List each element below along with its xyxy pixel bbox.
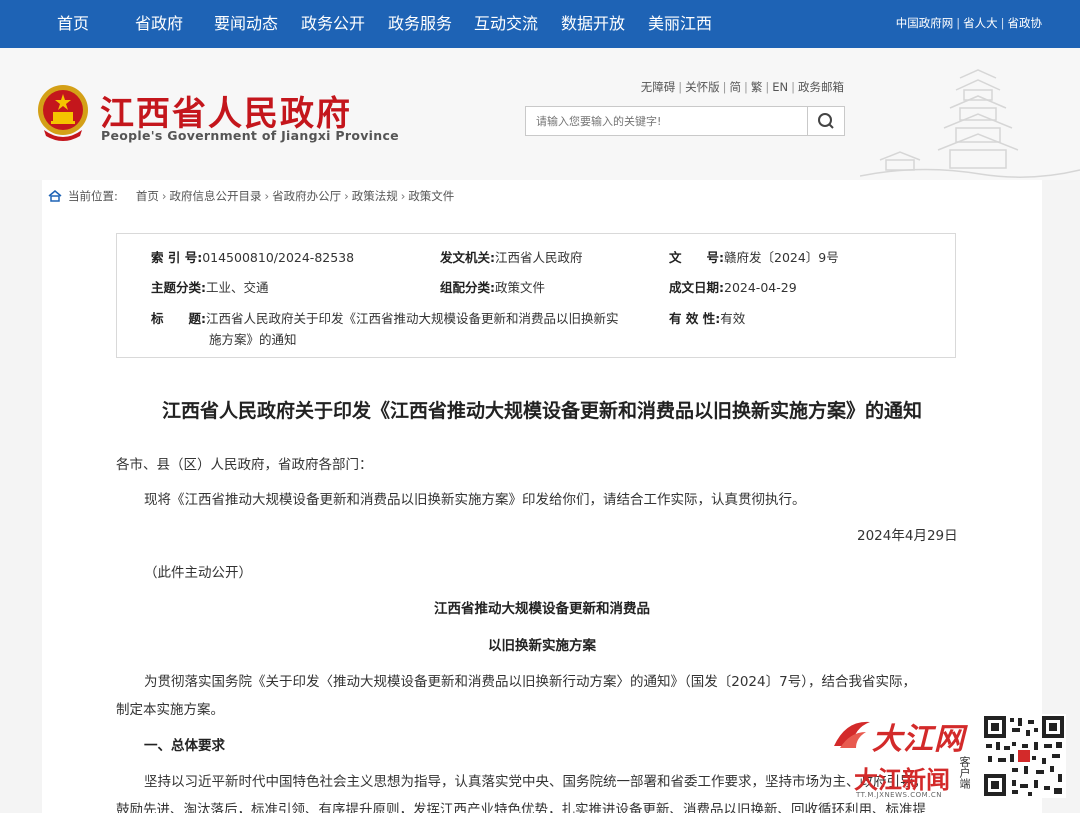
search-input[interactable] xyxy=(526,107,809,135)
link-accessibility[interactable]: 无障碍 xyxy=(641,80,676,94)
paragraph-3-line1: 坚持以习近平新时代中国特色社会主义思想为指导，认真落实党中央、国务院统一部署和省… xyxy=(144,774,927,790)
national-emblem-icon xyxy=(38,85,88,141)
document-title: 江西省人民政府关于印发《江西省推动大规模设备更新和消费品以旧换新实施方案》的通知 xyxy=(161,400,922,422)
breadcrumb-policy-documents[interactable]: 政策文件 xyxy=(408,189,454,203)
site-subtitle: People's Government of Jiangxi Province xyxy=(101,128,399,143)
plan-title-line2: 以旧换新实施方案 xyxy=(488,638,596,654)
jxnews-watermark: 大江网 大江新闻 客户端 TT.M.JXNEWS.COM.CN xyxy=(828,708,1080,813)
link-care-mode[interactable]: 关怀版 xyxy=(685,80,720,94)
watermark-client: 客户端 xyxy=(958,756,971,789)
breadcrumb-info-catalog[interactable]: 政府信息公开目录 xyxy=(169,189,261,203)
search-button[interactable] xyxy=(807,107,844,135)
pagoda-illustration-icon xyxy=(860,69,1080,178)
watermark-news: 大江新闻 xyxy=(854,766,950,794)
paragraph-2-line2: 制定本实施方案。 xyxy=(116,702,224,718)
breadcrumb-policies[interactable]: 政策法规 xyxy=(352,189,398,203)
top-navigation-bar: 首页 省政府 要闻动态 政务公开 政务服务 互动交流 数据开放 美丽江西 中国政… xyxy=(0,0,1080,48)
breadcrumb: 当前位置: 首页 › 政府信息公开目录 › 省政府办公厅 › 政策法规 › 政策文件 xyxy=(48,188,454,204)
issue-date: 2024年4月29日 xyxy=(857,528,958,544)
search-icon xyxy=(818,113,834,129)
meta-index: 索 引 号:014500810/2024-82538 xyxy=(151,250,355,265)
nav-item-open-data[interactable]: 数据开放 xyxy=(561,0,625,48)
nav-item-beautiful-jiangxi[interactable]: 美丽江西 xyxy=(648,0,712,48)
utility-links: 无障碍 | 关怀版 | 简 | 繁 | EN | 政务邮箱 xyxy=(640,80,844,94)
meta-title: 标 题:江西省人民政府关于印发《江西省推动大规模设备更新和消费品以旧换新实 xyxy=(151,311,619,326)
nav-item-interaction[interactable]: 互动交流 xyxy=(474,0,538,48)
home-icon xyxy=(48,190,62,202)
meta-topic: 主题分类:工业、交通 xyxy=(151,280,269,295)
link-provincial-congress[interactable]: 省人大 xyxy=(963,16,998,30)
external-links: 中国政府网 | 省人大 | 省政协 xyxy=(895,16,1043,30)
paragraph-1: 现将《江西省推动大规模设备更新和消费品以旧换新实施方案》印发给你们，请结合工作实… xyxy=(144,492,806,508)
paragraph-2-line1: 为贯彻落实国务院《关于印发〈推动大规模设备更新和消费品以旧换新行动方案〉的通知》… xyxy=(144,674,916,690)
watermark-brand: 大江网 xyxy=(872,722,965,757)
document-metadata-table: 索 引 号:014500810/2024-82538 发文机关:江西省人民政府 … xyxy=(116,233,956,358)
section-heading-1: 一、总体要求 xyxy=(144,738,225,754)
plan-title-line1: 江西省推动大规模设备更新和消费品 xyxy=(434,601,650,617)
meta-issuer: 发文机关:江西省人民政府 xyxy=(440,250,583,265)
link-simplified[interactable]: 简 xyxy=(730,80,742,94)
watermark-url: TT.M.JXNEWS.COM.CN xyxy=(856,791,942,799)
nav-item-government-affairs[interactable]: 政务公开 xyxy=(301,0,365,48)
breadcrumb-label: 当前位置: xyxy=(68,189,118,203)
qr-code-icon xyxy=(982,714,1066,798)
breadcrumb-home[interactable]: 首页 xyxy=(136,189,159,203)
meta-validity: 有 效 性:有效 xyxy=(669,311,746,326)
link-provincial-cppcc[interactable]: 省政协 xyxy=(1008,16,1043,30)
link-gov-mail[interactable]: 政务邮箱 xyxy=(798,80,844,94)
public-note: （此件主动公开） xyxy=(144,565,252,581)
meta-group: 组配分类:政策文件 xyxy=(440,280,546,295)
nav-item-home[interactable]: 首页 xyxy=(57,0,89,48)
search-box xyxy=(525,106,845,136)
nav-item-news[interactable]: 要闻动态 xyxy=(214,0,278,48)
link-english[interactable]: EN xyxy=(772,80,788,94)
nav-item-government-services[interactable]: 政务服务 xyxy=(388,0,452,48)
link-traditional[interactable]: 繁 xyxy=(751,80,763,94)
paragraph-3-line2: 鼓励先进、淘汰落后，标准引领、有序提升原则，发挥江西产业特色优势，扎实推进设备更… xyxy=(116,802,926,813)
meta-title-line2: 施方案》的通知 xyxy=(209,332,297,347)
salutation: 各市、县（区）人民政府，省政府各部门： xyxy=(116,457,373,473)
link-china-gov[interactable]: 中国政府网 xyxy=(896,16,954,30)
wave-logo-icon xyxy=(834,721,870,748)
site-header: 江西省人民政府 People's Government of Jiangxi P… xyxy=(0,48,1080,180)
nav-item-provincial-government[interactable]: 省政府 xyxy=(135,0,183,48)
meta-date: 成文日期:2024-04-29 xyxy=(669,280,797,295)
breadcrumb-general-office[interactable]: 省政府办公厅 xyxy=(272,189,341,203)
meta-doc-number: 文 号:赣府发〔2024〕9号 xyxy=(669,250,839,265)
